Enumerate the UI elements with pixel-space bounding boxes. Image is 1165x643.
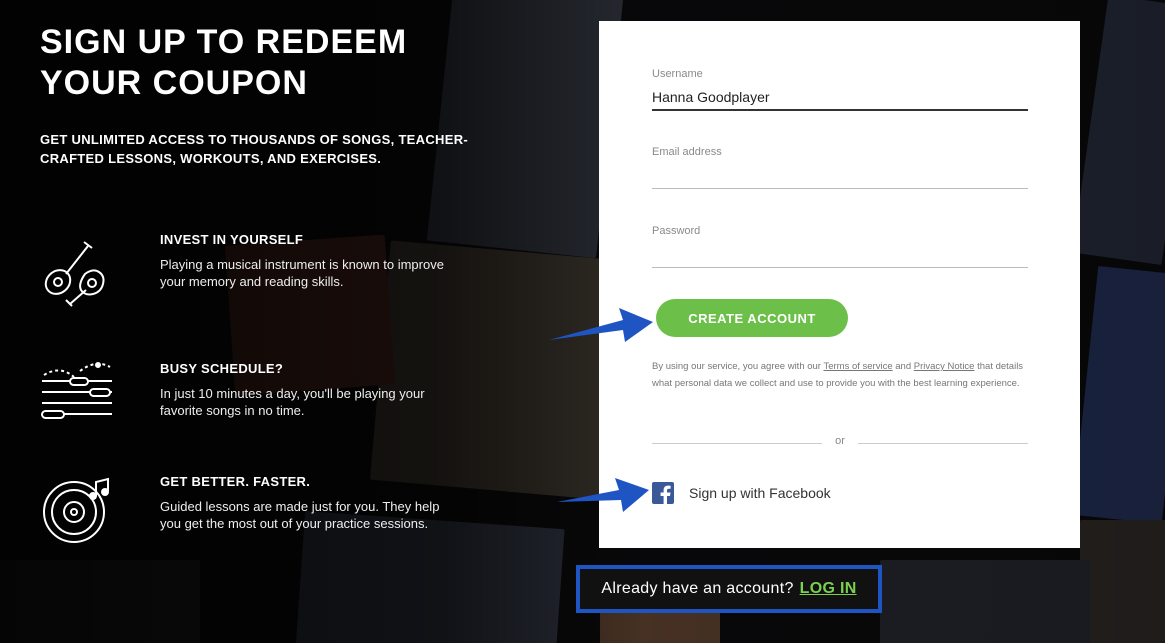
schedule-sliders-icon [40,361,116,437]
terms-notice: By using our service, you agree with our… [652,358,1032,392]
terms-prefix: By using our service, you agree with our [652,361,824,372]
username-field: Username [652,68,1028,111]
password-input[interactable] [652,242,1028,268]
arrow-to-create-account-icon [549,308,653,342]
login-prompt-box: Already have an account? LOG IN [576,565,882,613]
guitars-icon [40,232,116,308]
page-subtitle: GET UNLIMITED ACCESS TO THOUSANDS OF SON… [40,132,469,166]
email-field: Email address [652,146,1028,189]
facebook-icon [652,482,674,504]
login-prompt-text: Already have an account? [601,580,794,597]
terms-of-service-link[interactable]: Terms of service [823,361,892,372]
or-divider: or [652,435,1028,451]
arrow-to-facebook-icon [557,478,649,512]
feature-title: BUSY SCHEDULE? [160,361,284,376]
record-music-icon [40,474,116,550]
page-title: SIGN UP TO REDEEM YOUR COUPON [40,23,408,102]
feature-text: Guided lessons are made just for you. Th… [160,499,440,531]
signup-form-card: Username Email address Password CREATE A… [599,21,1080,548]
email-input[interactable] [652,163,1028,189]
username-input[interactable] [652,85,1028,111]
hero-section: SIGN UP TO REDEEM YOUR COUPON GET UNLIMI… [40,22,500,168]
feature-title: INVEST IN YOURSELF [160,232,304,247]
feature-title: GET BETTER. FASTER. [160,474,311,489]
privacy-notice-link[interactable]: Privacy Notice [914,361,975,372]
create-account-button[interactable]: CREATE ACCOUNT [656,299,848,337]
facebook-signup-label: Sign up with Facebook [689,485,831,501]
password-label: Password [652,225,701,237]
feature-text: Playing a musical instrument is known to… [160,257,444,289]
email-label: Email address [652,146,722,158]
or-text: or [835,435,845,447]
terms-middle: and [892,361,914,372]
username-label: Username [652,68,703,80]
login-link[interactable]: LOG IN [800,580,857,598]
feature-text: In just 10 minutes a day, you'll be play… [160,386,425,418]
password-field: Password [652,225,1028,268]
facebook-signup-button[interactable]: Sign up with Facebook [652,481,831,505]
